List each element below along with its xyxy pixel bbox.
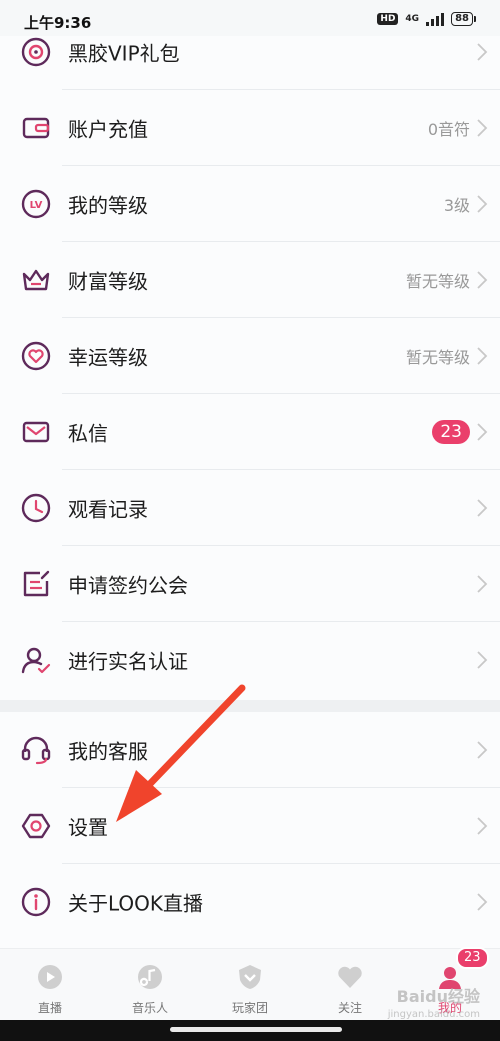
menu-item-label: 申请签约公会 (68, 573, 188, 598)
wallet-icon (22, 117, 50, 139)
section-separator (0, 700, 500, 712)
tab-mine-badge: 23 (456, 947, 489, 969)
chevron-right-icon (477, 43, 488, 61)
menu-item-value: 暂无等级 (405, 272, 470, 291)
info-icon (21, 887, 51, 917)
edit-document-icon (23, 570, 50, 597)
menu-item-label: 私信 (68, 421, 108, 446)
chevron-right-icon (477, 741, 488, 759)
menu-item-value: 3级 (443, 196, 470, 215)
menu-item-label: 观看记录 (68, 497, 148, 522)
tab-musician[interactable]: 音乐人 (100, 949, 200, 1021)
menu-item-value: 0音符 (427, 120, 470, 139)
menu-item-label: 黑胶VIP礼包 (68, 41, 180, 66)
menu-item-about[interactable]: 关于LOOK直播 (0, 864, 500, 940)
menu-item-label: 幸运等级 (68, 345, 148, 370)
menu-item-messages[interactable]: 私信 23 (0, 394, 500, 470)
chevron-right-icon (477, 347, 488, 365)
baidu-watermark: Baidu经验 jingyan.baidu.com (388, 988, 480, 1024)
menu-item-customer-service[interactable]: 我的客服 (0, 712, 500, 788)
svg-text:LV: LV (30, 200, 43, 211)
menu-item-wealth-level[interactable]: 财富等级 暂无等级 (0, 242, 500, 318)
chevron-right-icon (477, 893, 488, 911)
clock-icon (21, 493, 51, 523)
menu-item-label: 设置 (68, 815, 108, 840)
vinyl-disc-icon (21, 37, 51, 67)
play-circle-icon (38, 965, 62, 989)
tab-player-group[interactable]: 玩家团 (200, 949, 300, 1021)
menu-item-my-level[interactable]: LV 我的等级 3级 (0, 166, 500, 242)
crown-icon (22, 269, 50, 291)
user-verify-icon (21, 647, 51, 674)
menu-item-label: 账户充值 (68, 117, 148, 142)
tab-label: 直播 (37, 1001, 62, 1015)
tab-live[interactable]: 直播 (0, 949, 100, 1021)
menu-item-settings[interactable]: 设置 (0, 788, 500, 864)
tab-follow[interactable]: 关注 (300, 949, 400, 1021)
chevron-right-icon (477, 499, 488, 517)
menu-item-label: 关于LOOK直播 (68, 891, 204, 916)
menu-item-luck-level[interactable]: 幸运等级 暂无等级 (0, 318, 500, 394)
mail-icon (22, 421, 50, 443)
menu-item-label: 进行实名认证 (68, 649, 188, 674)
music-note-icon (138, 965, 162, 989)
headset-icon (21, 736, 51, 765)
menu-item-real-name-verify[interactable]: 进行实名认证 (0, 622, 500, 698)
tab-label: 关注 (337, 1001, 362, 1015)
heart-icon (338, 966, 362, 988)
chevron-right-icon (477, 195, 488, 213)
chevron-right-icon (477, 271, 488, 289)
message-count-badge: 23 (432, 420, 470, 444)
menu-item-label: 财富等级 (68, 269, 148, 294)
settings-hexagon-icon (21, 813, 51, 839)
chevron-right-icon (477, 119, 488, 137)
chevron-right-icon (477, 817, 488, 835)
menu-item-watch-history[interactable]: 观看记录 (0, 470, 500, 546)
chevron-right-icon (477, 651, 488, 669)
chevron-right-icon (477, 423, 488, 441)
menu-item-label: 我的客服 (68, 739, 148, 764)
tab-label: 音乐人 (131, 1001, 168, 1015)
menu-item-recharge[interactable]: 账户充值 0音符 (0, 90, 500, 166)
chevron-right-icon (477, 575, 488, 593)
menu-item-vinyl-vip[interactable]: 黑胶VIP礼包 (0, 14, 500, 90)
menu-item-label: 我的等级 (68, 193, 148, 218)
watermark-brand: Baidu经验 (396, 987, 480, 1006)
level-badge-icon: LV (21, 189, 51, 219)
home-indicator[interactable] (170, 1027, 342, 1032)
menu-item-value: 暂无等级 (405, 348, 470, 367)
menu-item-apply-guild[interactable]: 申请签约公会 (0, 546, 500, 622)
shield-icon (239, 965, 261, 989)
tab-label: 玩家团 (231, 1001, 268, 1015)
heart-circle-icon (21, 341, 51, 371)
